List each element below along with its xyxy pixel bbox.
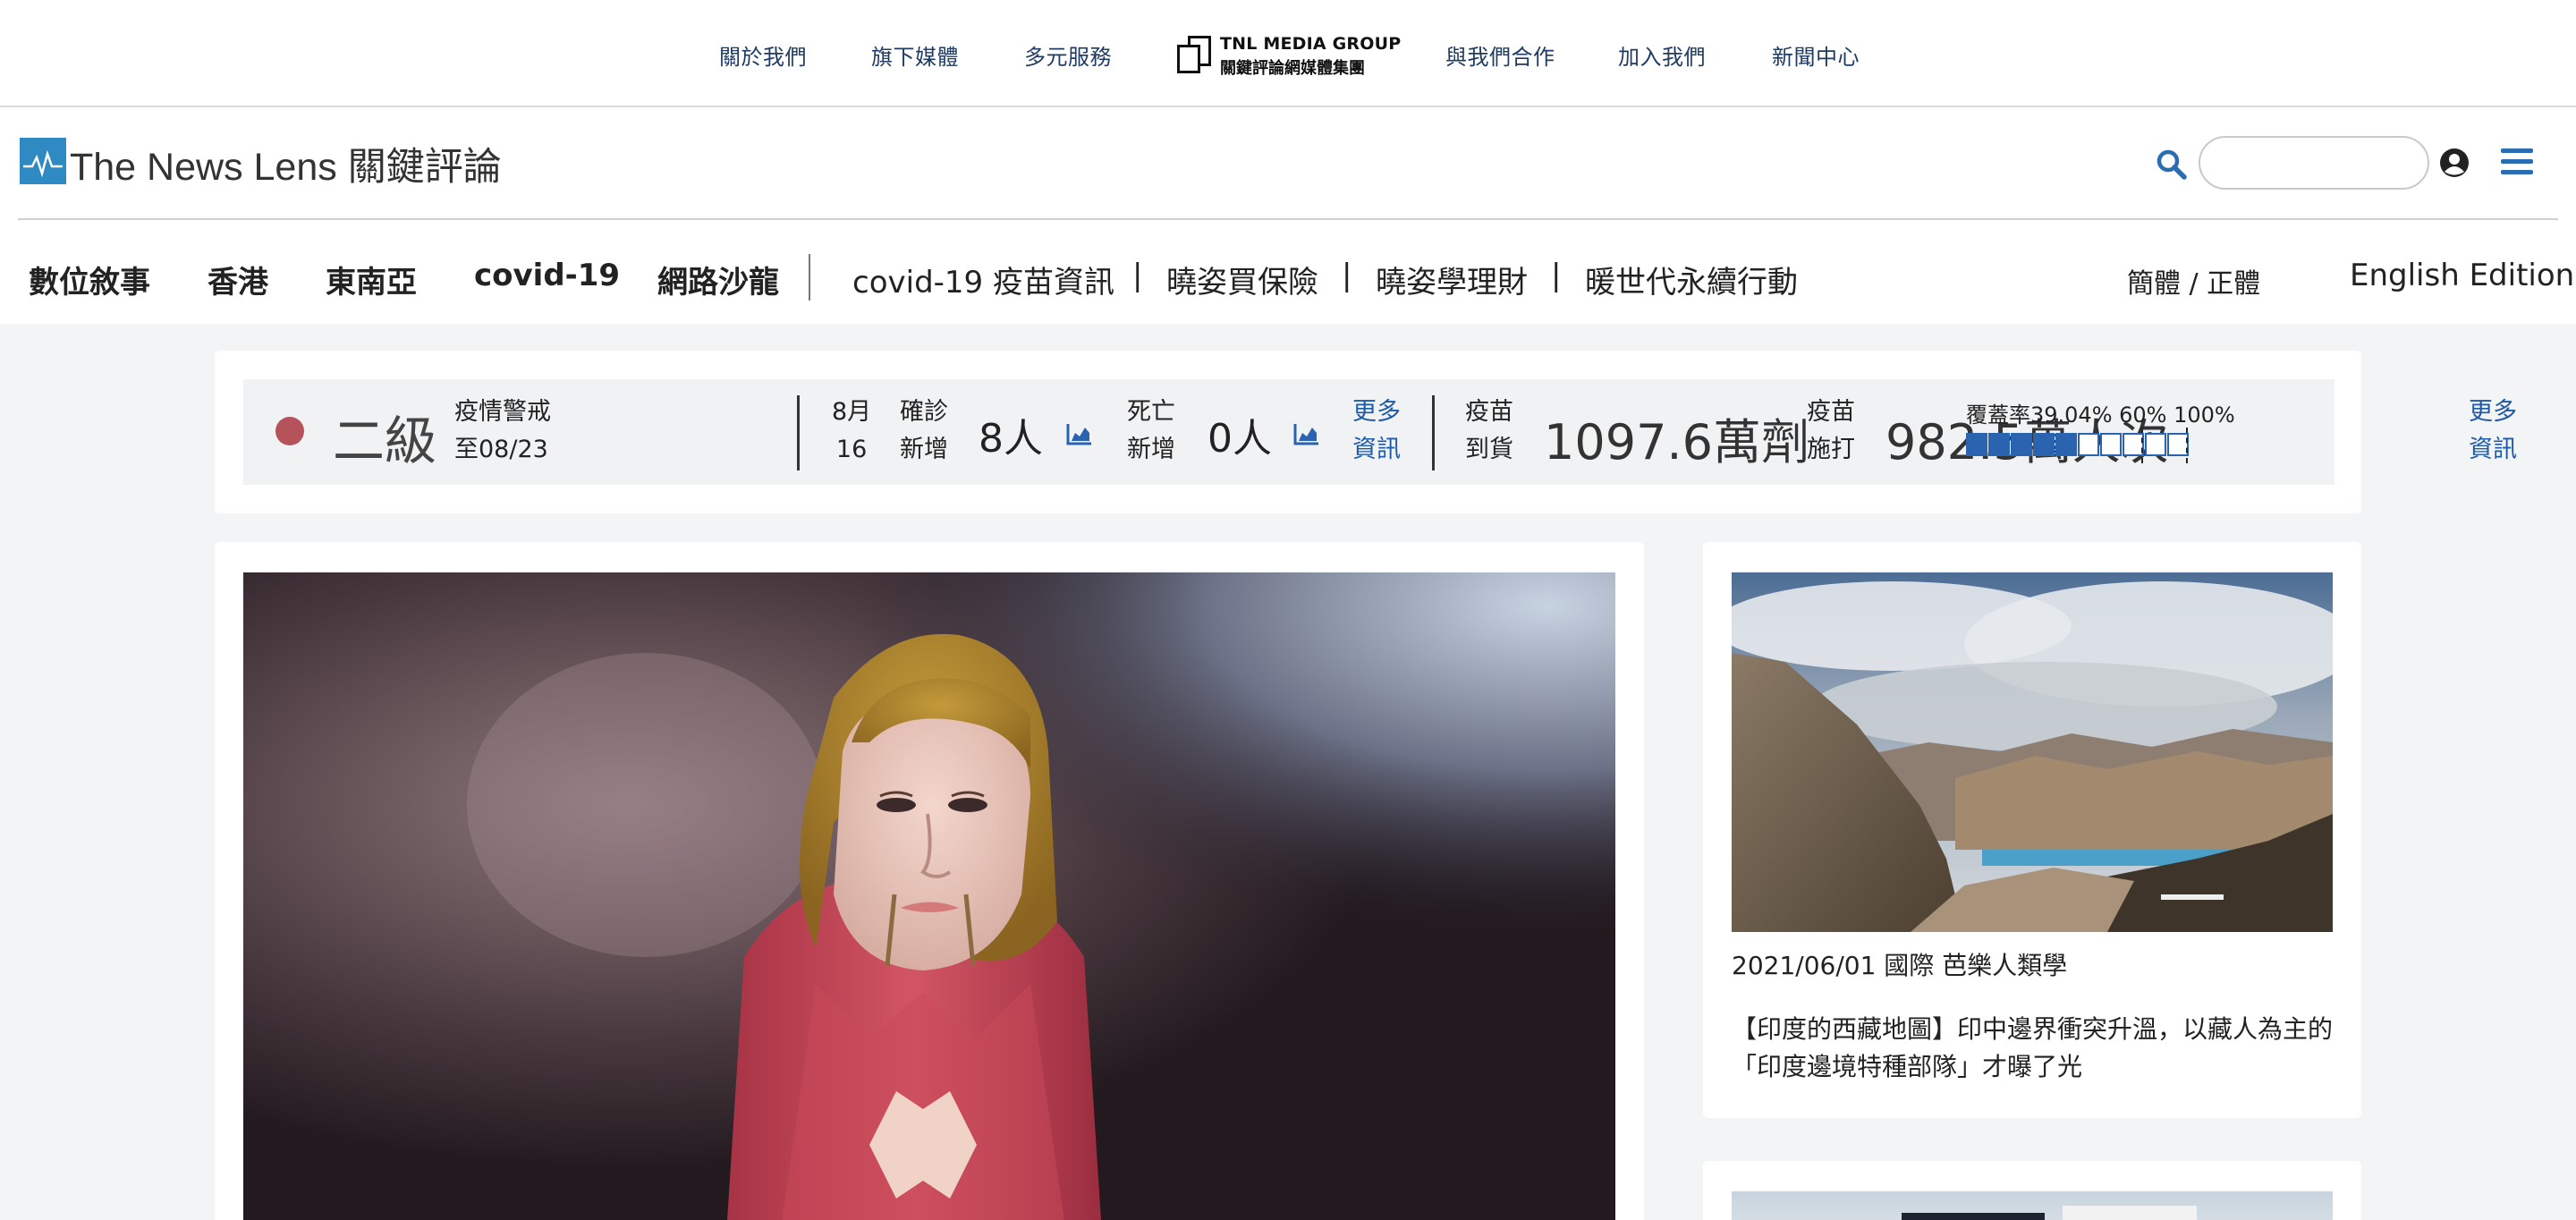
nav-pipe: | xyxy=(1132,258,1143,293)
alert-label: 疫情警戒 至08/23 xyxy=(454,398,551,463)
search-input[interactable] xyxy=(2199,136,2429,190)
hamburger-menu-icon[interactable] xyxy=(2501,148,2533,177)
nav-item-digital-story[interactable]: 數位敘事 xyxy=(29,258,150,301)
more-info-link[interactable]: 更多 資訊 xyxy=(2469,394,2517,469)
search-icon[interactable] xyxy=(2154,147,2190,182)
coverage-segment xyxy=(2011,433,2032,456)
main-nav: 數位敘事 香港 東南亞 covid-19 網路沙龍 covid-19 疫苗資訊 … xyxy=(0,247,2576,309)
coverage-segment xyxy=(2100,433,2122,456)
side-article-card[interactable]: 2021/06/01 國際 芭樂人類學 【印度的西藏地圖】印中邊界衝突升溫，以藏… xyxy=(1703,542,2361,1118)
english-edition-link[interactable]: English Edition xyxy=(2350,258,2574,293)
coverage-label: 覆蓋率39.04% 60% 100% xyxy=(1966,402,2235,428)
side-article-meta: 2021/06/01 國際 芭樂人類學 xyxy=(1732,951,2068,980)
covid-status-bar: 二級 疫情警戒 至08/23 8月 16 確診 新增 8人 死亡 新增 0人 更多 資訊 xyxy=(243,379,2517,485)
nav-item-salon[interactable]: 網路沙龍 xyxy=(657,258,779,301)
user-icon[interactable] xyxy=(2438,147,2470,179)
coverage-segment xyxy=(2033,433,2055,456)
nav-item-hongkong[interactable]: 香港 xyxy=(208,258,268,301)
nav-divider xyxy=(809,254,810,301)
nav-item-vaccine-info[interactable]: covid-19 疫苗資訊 xyxy=(852,258,1114,301)
death-label: 死亡 新增 xyxy=(1127,398,1175,463)
nav-item-southeast-asia[interactable]: 東南亞 xyxy=(326,258,417,301)
group-bar: 關於我們 旗下媒體 多元服務 TNL MEDIA GROUP 關鍵評論網媒體集團… xyxy=(0,0,2576,107)
alert-level: 二級 xyxy=(333,411,437,471)
featured-article-card[interactable] xyxy=(215,542,1644,1220)
side-article-card[interactable] xyxy=(1703,1161,2361,1220)
news-lens-logo-icon[interactable] xyxy=(20,138,66,184)
group-link-services[interactable]: 多元服務 xyxy=(1024,39,1112,71)
covid-status-card: 二級 疫情警戒 至08/23 8月 16 確診 新增 8人 死亡 新增 0人 更多 資訊 xyxy=(215,351,2517,513)
side-article-image[interactable] xyxy=(1732,1191,2333,1220)
tnl-logo-line1: TNL MEDIA GROUP xyxy=(1220,34,1402,54)
featured-article-image[interactable] xyxy=(243,572,1615,1220)
nav-item-insurance[interactable]: 曉姿買保險 xyxy=(1166,258,1318,301)
alert-level-dot xyxy=(275,417,304,445)
group-link-join[interactable]: 加入我們 xyxy=(1618,39,1706,71)
nav-pipe: | xyxy=(1551,258,1562,293)
group-link-newsroom[interactable]: 新聞中心 xyxy=(1772,39,1860,71)
more-info-link[interactable]: 更多 資訊 xyxy=(1352,394,1401,469)
site-header: The News Lens 關鍵評論 數位敘事 香港 東南亞 covid-19 … xyxy=(0,107,2576,324)
confirmed-label: 確診 新增 xyxy=(900,398,948,463)
header-divider xyxy=(18,218,2558,220)
report-date: 8月 16 xyxy=(832,398,872,463)
coverage-segment xyxy=(1966,433,1987,456)
side-article-image[interactable] xyxy=(1732,572,2333,932)
tnl-logo-line2: 關鍵評論網媒體集團 xyxy=(1220,59,1365,78)
nav-item-covid19[interactable]: covid-19 xyxy=(474,258,620,293)
vaccine-arrival-value: 1097.6萬劑 xyxy=(1544,414,1809,470)
chart-icon[interactable] xyxy=(1293,422,1320,445)
nav-item-sustainability[interactable]: 暖世代永續行動 xyxy=(1585,258,1798,301)
group-link-partner[interactable]: 與我們合作 xyxy=(1445,39,1555,71)
coverage-progress-bar xyxy=(1966,433,2190,460)
covid-divider xyxy=(1432,395,1435,470)
coverage-marker-100 xyxy=(2186,428,2188,463)
coverage-marker-60 xyxy=(2141,428,2143,463)
confirmed-value: 8人 xyxy=(979,416,1043,462)
site-logo-text[interactable]: The News Lens 關鍵評論 xyxy=(70,136,502,191)
group-link-about[interactable]: 關於我們 xyxy=(719,39,807,71)
side-article-title[interactable]: 【印度的西藏地圖】印中邊界衝突升溫，以藏人為主的「印度邊境特種部隊」才曝了光 xyxy=(1732,1011,2336,1086)
chart-icon[interactable] xyxy=(1066,422,1093,445)
covid-divider xyxy=(797,395,800,470)
nav-pipe: | xyxy=(1342,258,1352,293)
coverage-segment xyxy=(1988,433,2010,456)
coverage-segment xyxy=(2055,433,2077,456)
vaccine-given-label: 疫苗 施打 xyxy=(1807,398,1855,463)
coverage-segment xyxy=(2145,433,2166,456)
language-switch[interactable]: 簡體 / 正體 xyxy=(2127,261,2260,301)
nav-item-finance[interactable]: 曉姿學理財 xyxy=(1376,258,1528,301)
tnl-media-group-logo[interactable]: TNL MEDIA GROUP 關鍵評論網媒體集團 xyxy=(1177,32,1401,78)
tnl-logo-icon xyxy=(1177,36,1211,73)
vaccine-arrival-label: 疫苗 到貨 xyxy=(1465,398,1513,463)
coverage-segment xyxy=(2078,433,2099,456)
group-link-media[interactable]: 旗下媒體 xyxy=(871,39,959,71)
death-value: 0人 xyxy=(1208,416,1272,462)
